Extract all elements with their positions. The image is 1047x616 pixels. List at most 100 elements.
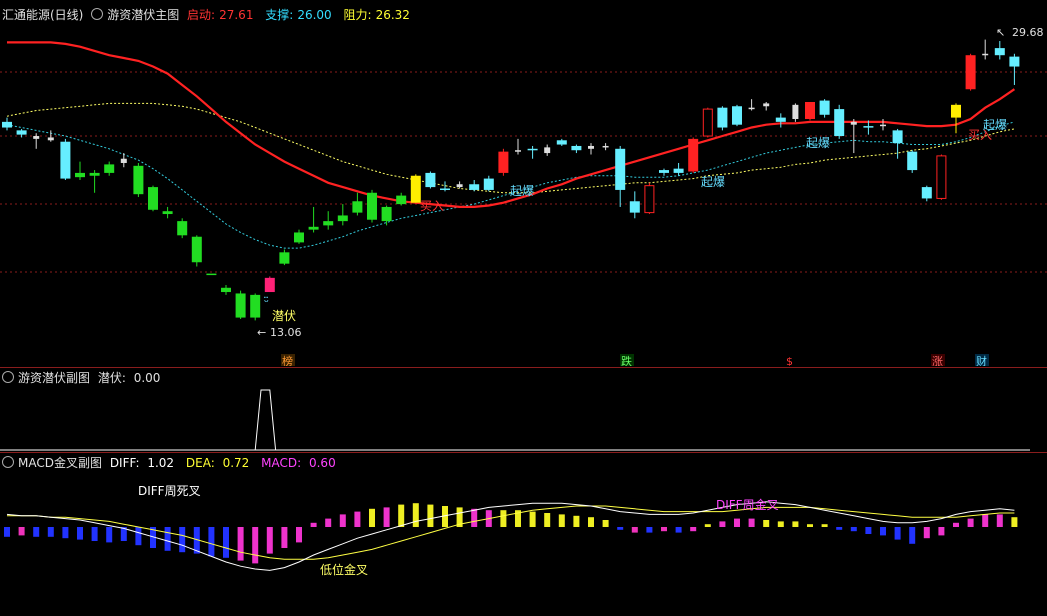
- latent-sub-panel[interactable]: 游资潜伏副图 潜伏: 0.00: [0, 368, 1047, 452]
- main-price-chart[interactable]: 29.68 ↖ ← 13.06 ᵕ̈ 潜伏 买入 起爆 起爆 起爆 买入 起爆 …: [0, 0, 1047, 366]
- candle[interactable]: [396, 192, 407, 206]
- candle[interactable]: [60, 138, 71, 180]
- candle-body: [498, 151, 509, 173]
- candle[interactable]: [367, 189, 377, 223]
- candle[interactable]: [33, 133, 40, 149]
- candle[interactable]: [250, 293, 261, 321]
- candle[interactable]: [264, 276, 275, 293]
- candle[interactable]: [775, 113, 786, 128]
- marker-fall[interactable]: 跌: [621, 354, 632, 366]
- candle[interactable]: [994, 41, 1005, 60]
- candle[interactable]: [323, 211, 334, 230]
- candlesticks[interactable]: [2, 39, 1020, 321]
- candle[interactable]: [221, 284, 231, 295]
- candle[interactable]: [381, 205, 392, 226]
- candle-body: [33, 136, 40, 139]
- candle-body: [60, 141, 71, 179]
- macd-bar: [427, 504, 434, 527]
- macd-bar: [91, 527, 98, 541]
- macd-bar: [588, 517, 594, 527]
- macd-bar: [369, 508, 375, 527]
- candle[interactable]: [148, 185, 158, 212]
- candle[interactable]: [907, 150, 918, 173]
- candle[interactable]: [177, 218, 188, 239]
- candle[interactable]: [763, 102, 770, 111]
- candle[interactable]: [1009, 53, 1020, 85]
- candle[interactable]: [515, 138, 521, 155]
- candle[interactable]: [498, 148, 509, 176]
- candle[interactable]: [440, 181, 450, 192]
- candle[interactable]: [337, 204, 348, 226]
- candle[interactable]: [469, 180, 480, 192]
- marker-rank[interactable]: 榜: [282, 354, 293, 366]
- low-price-label: 13.06: [270, 326, 302, 339]
- candle[interactable]: [615, 145, 626, 207]
- candle-body: [75, 172, 85, 178]
- candle-body: [805, 102, 815, 120]
- candle[interactable]: [688, 137, 699, 173]
- candle[interactable]: [951, 103, 961, 134]
- annotation-breakout-1: 起爆: [510, 184, 534, 198]
- candle[interactable]: [921, 185, 932, 202]
- candle[interactable]: [308, 206, 319, 233]
- candle[interactable]: [834, 104, 845, 139]
- candle[interactable]: [456, 181, 463, 189]
- macd-panel[interactable]: MACD金叉副图 DIFF: 1.02 DEA: 0.72 MACD: 0.60…: [0, 453, 1047, 616]
- event-markers[interactable]: 榜 跌 $ 涨 财: [281, 354, 989, 366]
- candle[interactable]: [279, 249, 290, 266]
- candle[interactable]: [880, 119, 886, 131]
- candle[interactable]: [982, 39, 989, 60]
- macd-bar: [164, 527, 171, 551]
- candle[interactable]: [352, 192, 363, 216]
- candle-body: [250, 294, 261, 318]
- candle[interactable]: [544, 144, 551, 156]
- candle[interactable]: [805, 102, 815, 121]
- candle[interactable]: [732, 104, 742, 127]
- candle[interactable]: [702, 107, 713, 138]
- main-chart-panel[interactable]: 汇通能源(日线) 游资潜伏主图 启动: 27.61 支撑: 26.00 阻力: 26.…: [0, 0, 1047, 366]
- candle[interactable]: [294, 229, 304, 244]
- marker-wealth[interactable]: 财: [976, 354, 987, 366]
- candle-body: [456, 184, 463, 188]
- candle[interactable]: [527, 145, 538, 159]
- candle[interactable]: [75, 161, 85, 180]
- macd-bar: [617, 527, 624, 530]
- candle[interactable]: [133, 162, 144, 198]
- candle-body: [425, 172, 436, 188]
- candle[interactable]: [556, 138, 567, 146]
- candle[interactable]: [425, 171, 436, 189]
- candle[interactable]: [659, 168, 669, 176]
- candle[interactable]: [588, 143, 594, 155]
- candle[interactable]: [235, 290, 246, 319]
- macd-bar: [77, 527, 83, 540]
- annotation-breakout-2: 起爆: [701, 175, 725, 189]
- candle[interactable]: [629, 191, 640, 219]
- candle[interactable]: [673, 162, 684, 176]
- marker-rise[interactable]: 涨: [932, 355, 943, 366]
- candle[interactable]: [2, 117, 12, 131]
- macd-bar: [865, 527, 872, 534]
- candle[interactable]: [717, 106, 728, 131]
- candle[interactable]: [965, 53, 976, 91]
- candle[interactable]: [191, 235, 202, 267]
- candle[interactable]: [571, 144, 582, 154]
- candle[interactable]: [120, 153, 127, 168]
- candle[interactable]: [162, 206, 173, 219]
- candle[interactable]: [602, 143, 609, 151]
- candle[interactable]: [936, 154, 947, 200]
- candle[interactable]: [206, 273, 217, 276]
- macd-bar: [734, 518, 740, 527]
- candle[interactable]: [104, 161, 115, 176]
- candle[interactable]: [47, 130, 54, 142]
- candle[interactable]: [644, 182, 655, 215]
- candle[interactable]: [792, 103, 799, 122]
- candle[interactable]: [892, 128, 903, 159]
- candle[interactable]: [483, 175, 494, 192]
- macd-bar: [631, 527, 638, 533]
- latent-chart[interactable]: [0, 368, 1047, 452]
- candle[interactable]: [819, 99, 830, 118]
- candle[interactable]: [748, 99, 755, 111]
- candle[interactable]: [89, 170, 100, 193]
- macd-chart[interactable]: DIFF周死叉 低位金叉 DIFF周金叉: [0, 453, 1047, 616]
- marker-dollar[interactable]: $: [786, 355, 793, 366]
